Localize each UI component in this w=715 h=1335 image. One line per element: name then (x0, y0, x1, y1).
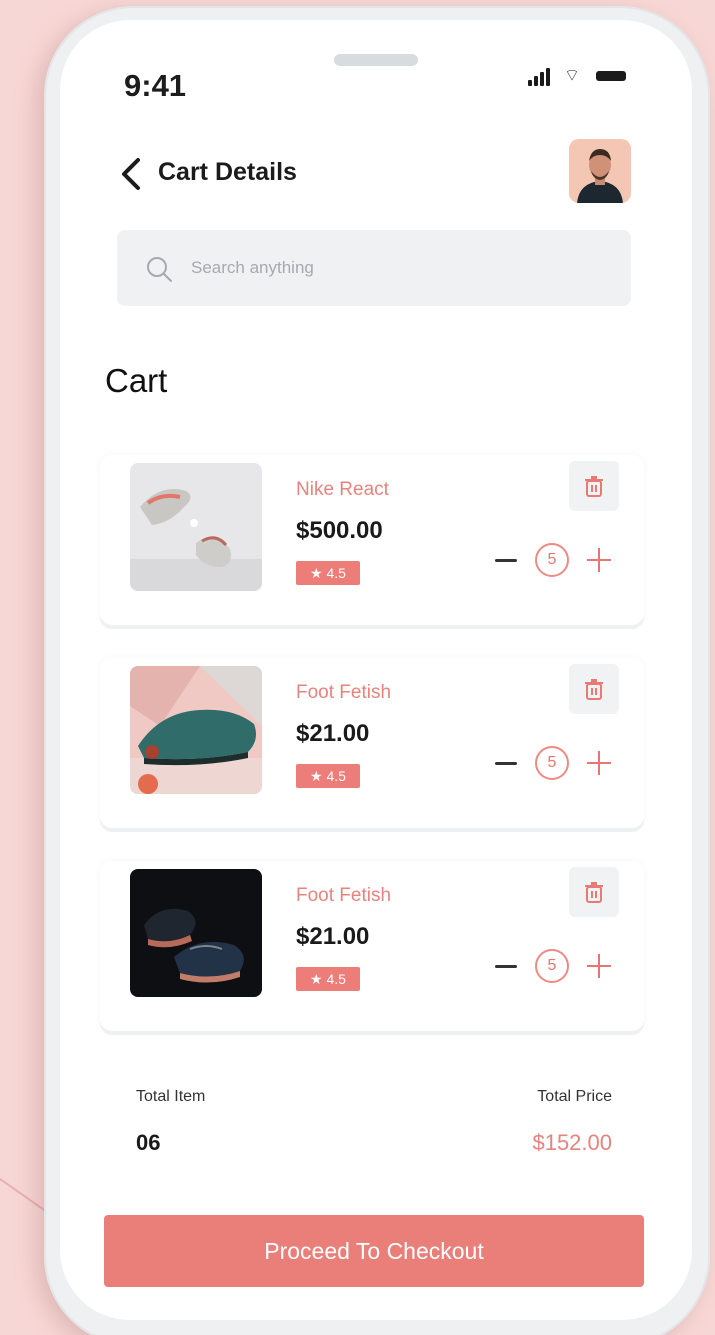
product-image[interactable] (130, 666, 262, 794)
signal-bar (534, 76, 538, 86)
product-image[interactable] (130, 463, 262, 591)
status-icons: ⌔ (528, 66, 638, 86)
product-image-foot-fetish (130, 666, 262, 794)
battery-icon (596, 71, 626, 81)
decrease-quantity-button[interactable] (493, 547, 519, 573)
total-price-value: $152.00 (532, 1130, 612, 1155)
total-item-label: Total Item (136, 1088, 206, 1105)
search-bar[interactable] (117, 230, 631, 306)
quantity-value: 5 (535, 746, 569, 780)
wifi-icon: ⌔ (564, 66, 580, 85)
increase-quantity-button[interactable] (586, 750, 612, 776)
product-image[interactable] (130, 869, 262, 997)
trash-icon (585, 476, 603, 497)
speaker-notch (334, 54, 418, 66)
total-item-value: 06 (136, 1130, 161, 1155)
search-input[interactable] (191, 230, 591, 306)
back-button[interactable] (114, 154, 148, 194)
product-price: $21.00 (296, 923, 370, 950)
trash-icon (585, 882, 603, 903)
delete-button[interactable] (569, 664, 619, 714)
decrease-quantity-button[interactable] (493, 750, 519, 776)
status-time: 9:41 (124, 68, 187, 103)
signal-icon (528, 80, 532, 86)
signal-bar (546, 68, 550, 86)
rating-badge: ★ 4.5 (296, 967, 360, 991)
product-name: Nike React (296, 479, 389, 500)
increase-quantity-button[interactable] (586, 547, 612, 573)
search-icon (147, 257, 172, 282)
signal-bar (540, 72, 544, 86)
total-price-label: Total Price (537, 1088, 612, 1105)
section-title: Cart (105, 362, 168, 399)
delete-button[interactable] (569, 461, 619, 511)
quantity-value: 5 (535, 543, 569, 577)
trash-icon (585, 679, 603, 700)
cart-summary: Total Item 06 Total Price $152.00 (100, 1050, 644, 1180)
product-price: $21.00 (296, 720, 370, 747)
chevron-left-icon (122, 158, 140, 190)
increase-quantity-button[interactable] (586, 953, 612, 979)
rating-badge: ★ 4.5 (296, 764, 360, 788)
cart-item: Nike React $500.00 ★ 4.5 5 (100, 455, 644, 625)
decrease-quantity-button[interactable] (493, 953, 519, 979)
avatar[interactable] (569, 139, 631, 203)
cart-item: Foot Fetish $21.00 ★ 4.5 5 (100, 861, 644, 1031)
rating-badge: ★ 4.5 (296, 561, 360, 585)
product-name: Foot Fetish (296, 885, 392, 906)
cart-item: Foot Fetish $21.00 ★ 4.5 5 (100, 658, 644, 828)
product-image-nike-react (130, 463, 262, 591)
product-price: $500.00 (296, 517, 383, 544)
delete-button[interactable] (569, 867, 619, 917)
product-image-foot-fetish (130, 869, 262, 997)
quantity-value: 5 (535, 949, 569, 983)
product-name: Foot Fetish (296, 682, 392, 703)
page-title: Cart Details (158, 158, 297, 186)
checkout-button[interactable]: Proceed To Checkout (104, 1215, 644, 1287)
